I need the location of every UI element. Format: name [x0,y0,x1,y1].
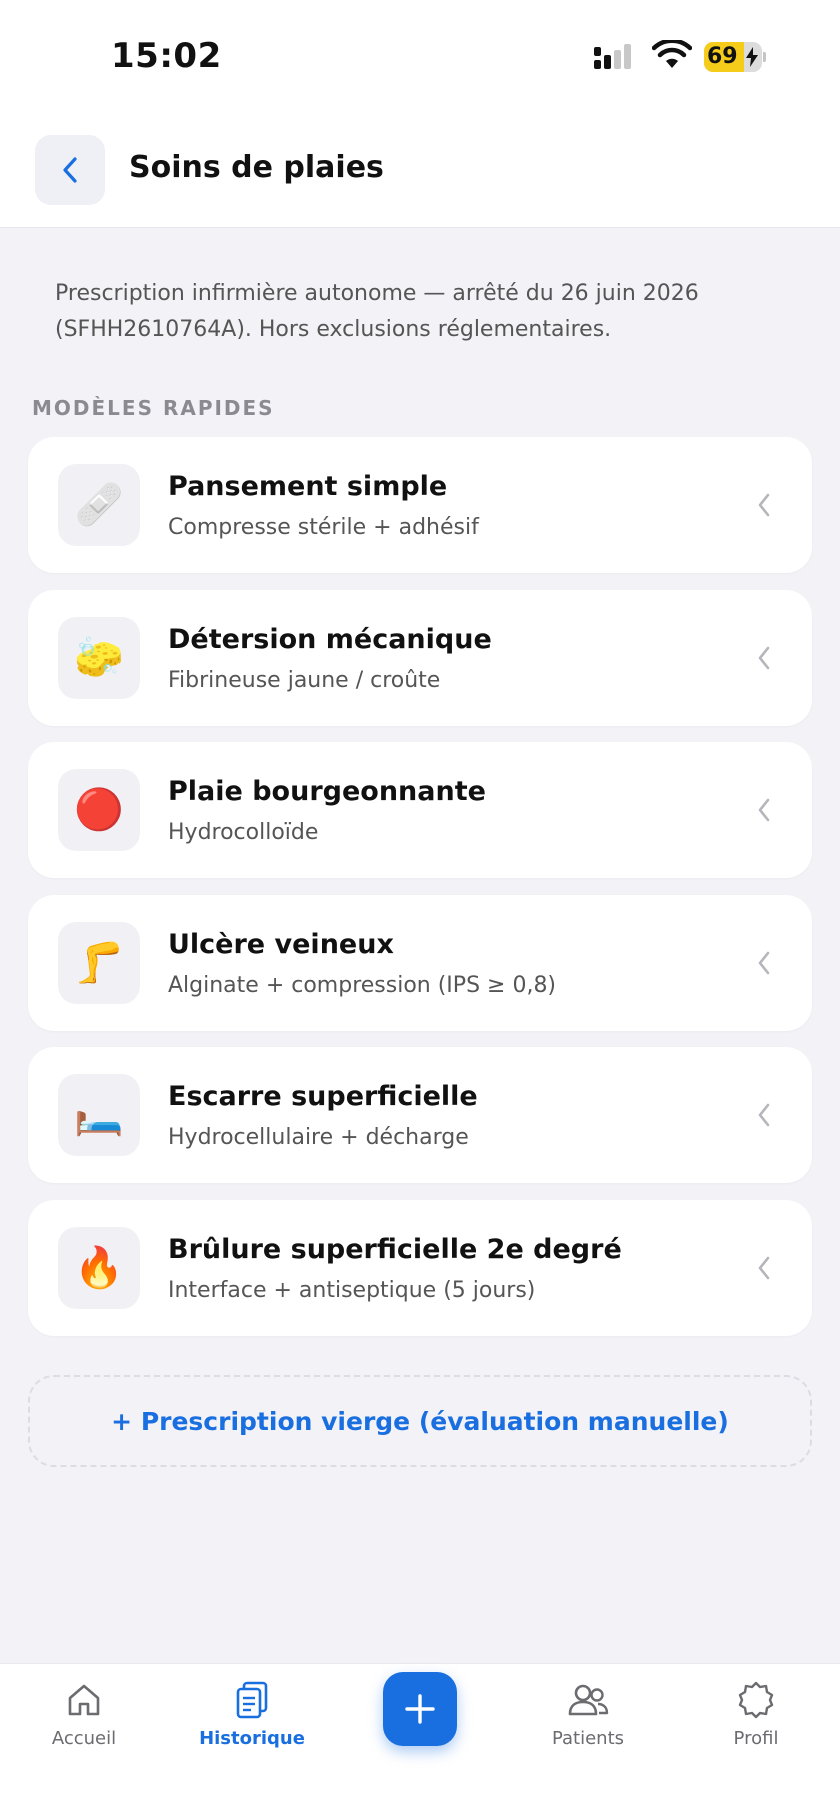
tab-profil[interactable]: Profil [686,1674,826,1764]
template-title: Détersion mécanique [168,623,492,655]
template-subtitle: Hydrocolloïde [168,820,319,845]
chevron-left-icon [758,798,770,822]
tab-accueil[interactable]: Accueil [14,1674,154,1764]
sponge-icon: 🧽 [74,634,124,681]
tab-patients[interactable]: Patients [518,1674,658,1764]
chevron-left-icon [758,493,770,517]
chevron-left-icon [758,1256,770,1279]
chevron-left-icon [758,646,770,669]
tab-historique[interactable]: Historique [182,1674,322,1764]
signal-icon [594,44,631,69]
template-card-6[interactable]: 🔥 Brûlure superficielle 2e degré Interfa… [28,1199,812,1336]
template-subtitle: Hydrocellulaire + décharge [168,1125,469,1150]
template-title: Brûlure superficielle 2e degré [168,1233,622,1265]
fire-icon: 🔥 [74,1244,124,1291]
tab-label: Patients [551,1728,625,1749]
status-bar: 15:02 69 [0,0,840,110]
leg-icon: 🦵 [74,939,124,986]
template-card-4[interactable]: 🦵 Ulcère veineux Alginate + compression … [28,894,812,1031]
chevron-left-icon [758,1103,770,1127]
chevron-left-icon [758,951,770,974]
template-title: Pansement simple [168,471,448,502]
back-button[interactable] [35,135,105,205]
blank-prescription-button[interactable]: + Prescription vierge (évaluation manuel… [28,1375,812,1467]
wifi-icon [652,40,692,68]
tab-label: Historique [199,1728,305,1749]
tab-label: Profil [733,1728,779,1749]
template-card-2[interactable]: 🧽 Détersion mécanique Fibrineuse jaune /… [28,589,812,726]
template-subtitle: Compresse stérile + adhésif [168,515,479,540]
template-subtitle: Interface + antiseptique (5 jours) [168,1277,536,1303]
template-card-3[interactable]: 🔴 Plaie bourgeonnante Hydrocolloïde [28,742,812,878]
template-card-5[interactable]: 🛏️ Escarre superficielle Hydrocellulaire… [28,1047,812,1183]
add-button[interactable] [383,1672,457,1746]
battery-percent: 69 [707,44,738,69]
clipboard-icon [236,1681,268,1719]
status-time: 15:02 [111,36,222,76]
users-icon [568,1684,609,1716]
page-title: Soins de plaies [129,150,384,185]
section-title: MODÈLES RAPIDES [32,396,275,420]
regulatory-notice: Prescription infirmière autonome — arrêt… [55,281,699,342]
template-subtitle: Alginate + compression (IPS ≥ 0,8) [168,972,557,998]
tab-bar: Accueil Historique Patients Profil [0,1663,840,1820]
tab-label: Accueil [51,1728,117,1749]
bed-icon: 🛏️ [74,1092,124,1138]
template-card-1[interactable]: 🩹 Pansement simple Compresse stérile + a… [28,437,812,573]
plus-icon [405,1694,435,1724]
red-circle-icon: 🔴 [74,787,124,833]
chevron-left-icon [63,157,77,183]
gear-icon [738,1681,774,1719]
battery-charging-icon: 69 [704,42,766,72]
template-title: Plaie bourgeonnante [168,776,486,807]
template-title: Ulcère veineux [168,928,394,960]
template-subtitle: Fibrineuse jaune / croûte [168,667,441,693]
blank-prescription-label: + Prescription vierge (évaluation manuel… [111,1406,729,1436]
quick-templates-list: 🩹 Pansement simple Compresse stérile + a… [28,437,812,1352]
template-title: Escarre superficielle [168,1081,478,1112]
bandage-icon: 🩹 [74,482,124,528]
nav-header: Soins de plaies [0,110,840,228]
home-icon [68,1684,100,1716]
